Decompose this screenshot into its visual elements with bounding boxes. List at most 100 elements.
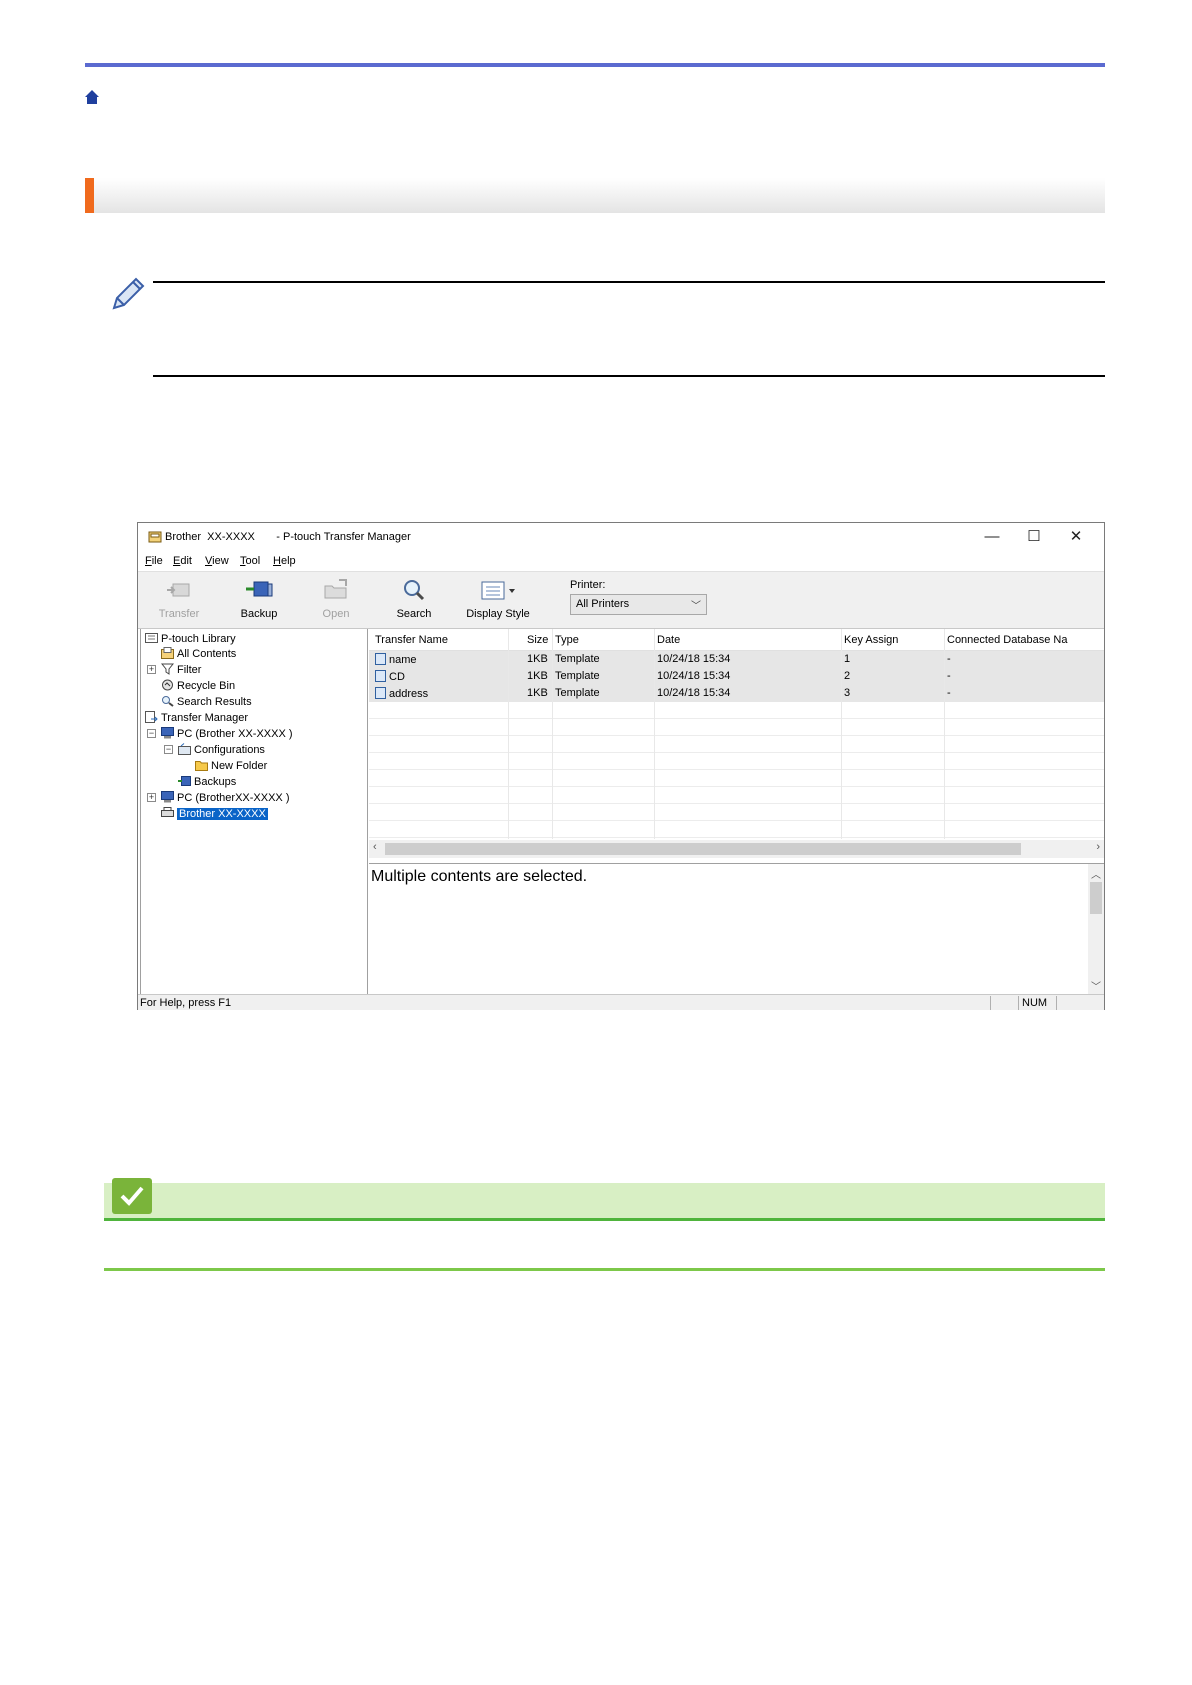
menu-tool[interactable]: Tool <box>240 555 260 567</box>
status-divider <box>1018 996 1019 1010</box>
transfer-icon <box>165 578 193 602</box>
empty-row <box>369 753 1104 770</box>
chevron-down-icon: ﹀ <box>691 601 701 612</box>
computer-icon <box>161 791 174 803</box>
empty-row <box>369 736 1104 753</box>
tree-item-ptouch-library[interactable]: P-touch Library <box>145 632 236 645</box>
tree-item-new-folder[interactable]: New Folder <box>195 759 267 772</box>
empty-row <box>369 821 1104 838</box>
tree-item-filter[interactable]: Filter <box>160 663 201 676</box>
column-divider[interactable] <box>944 629 945 839</box>
row-db-cell: - <box>947 670 951 682</box>
tree-item-pc2[interactable]: PC (BrotherXX-XXXX ) <box>161 791 289 804</box>
column-divider[interactable] <box>552 629 553 839</box>
horizontal-scrollbar[interactable]: ‹ › <box>369 840 1104 858</box>
tree-item-configurations[interactable]: Configurations <box>178 743 265 756</box>
empty-row <box>369 702 1104 719</box>
column-divider[interactable] <box>841 629 842 839</box>
table-row[interactable]: name 1KB Template 10/24/18 15:34 1 - <box>369 651 1104 668</box>
open-button[interactable]: Open <box>301 576 371 626</box>
column-divider[interactable] <box>508 629 509 839</box>
column-header-connected-database[interactable]: Connected Database Na <box>947 634 1067 646</box>
filter-icon <box>160 663 175 675</box>
title-bar[interactable]: Brother XX-XXXX - P-touch Transfer Manag… <box>138 523 1104 551</box>
row-type-cell: Template <box>555 687 600 699</box>
tree-item-backups[interactable]: Backups <box>178 775 236 788</box>
display-style-button[interactable]: Display Style <box>456 576 540 626</box>
status-divider <box>990 996 991 1010</box>
menu-view[interactable]: View <box>205 555 229 567</box>
close-button[interactable]: ✕ <box>1056 526 1096 548</box>
note-bottom-rule <box>153 375 1105 377</box>
column-divider[interactable] <box>654 629 655 839</box>
empty-row <box>369 770 1104 787</box>
template-file-icon <box>375 670 386 682</box>
horizontal-scroll-thumb[interactable] <box>385 843 1021 855</box>
row-key-cell: 3 <box>844 687 851 699</box>
printer-label: Printer: <box>570 579 606 591</box>
row-type-cell: Template <box>555 653 600 665</box>
scroll-up-icon[interactable]: ︿ <box>1091 866 1101 881</box>
column-header-type[interactable]: Type <box>555 634 579 646</box>
empty-row <box>369 804 1104 821</box>
scroll-right-icon[interactable]: › <box>1096 841 1100 853</box>
tree-item-recycle-bin[interactable]: Recycle Bin <box>161 679 235 692</box>
top-rule <box>85 63 1105 67</box>
scroll-down-icon[interactable]: ﹀ <box>1091 978 1101 993</box>
row-date-cell: 10/24/18 15:34 <box>657 670 731 682</box>
collapse-pc1-toggle[interactable]: − <box>147 729 156 738</box>
maximize-button[interactable]: ☐ <box>1014 526 1054 548</box>
tree-item-printer[interactable]: Brother XX-XXXX <box>161 807 268 820</box>
table-row[interactable]: CD 1KB Template 10/24/18 15:34 2 - <box>369 668 1104 685</box>
vertical-scrollbar[interactable]: ︿ ﹀ <box>1088 864 1104 995</box>
section-heading-bar <box>85 178 1105 213</box>
menu-help[interactable]: Help <box>273 555 296 567</box>
table-row[interactable]: address 1KB Template 10/24/18 15:34 3 - <box>369 685 1104 702</box>
row-name-cell: address <box>375 687 428 700</box>
tree-item-search-results[interactable]: Search Results <box>161 695 252 708</box>
printer-select[interactable]: All Printers ﹀ <box>570 594 707 615</box>
section-accent <box>85 178 94 213</box>
row-db-cell: - <box>947 687 951 699</box>
expand-pc2-toggle[interactable]: + <box>147 793 156 802</box>
tree-item-all-contents[interactable]: All Contents <box>161 647 236 660</box>
configurations-folder-icon <box>178 743 191 755</box>
collapse-configurations-toggle[interactable]: − <box>164 745 173 754</box>
search-icon <box>400 578 428 602</box>
window-title: Brother XX-XXXX - P-touch Transfer Manag… <box>165 531 411 543</box>
empty-row <box>369 719 1104 736</box>
menu-edit[interactable]: Edit <box>173 555 192 567</box>
printer-icon <box>161 807 174 819</box>
row-size-cell: 1KB <box>527 670 548 682</box>
transfer-manager-icon <box>145 711 158 723</box>
menu-file[interactable]: File <box>145 555 163 567</box>
menu-bar: File Edit View Tool Help <box>138 551 1104 571</box>
tree-item-pc1[interactable]: PC (Brother XX-XXXX ) <box>161 727 293 740</box>
row-name-cell: name <box>375 653 417 666</box>
detail-pane: Multiple contents are selected. ︿ ﹀ <box>369 863 1104 995</box>
open-folder-icon <box>322 578 350 602</box>
vertical-scroll-thumb[interactable] <box>1090 882 1102 914</box>
search-button[interactable]: Search <box>379 576 449 626</box>
column-header-transfer-name[interactable]: Transfer Name <box>375 634 448 646</box>
checkmark-icon <box>112 1178 152 1214</box>
expand-filter-toggle[interactable]: + <box>147 665 156 674</box>
display-style-icon <box>478 578 518 602</box>
pencil-icon <box>108 274 148 314</box>
backup-button[interactable]: Backup <box>224 576 294 626</box>
backups-icon <box>178 775 191 787</box>
column-header-date[interactable]: Date <box>657 634 680 646</box>
transfer-button[interactable]: Transfer <box>144 576 214 626</box>
column-header-key-assign[interactable]: Key Assign <box>844 634 898 646</box>
note-top-rule <box>153 281 1105 283</box>
related-top-rule <box>104 1218 1105 1221</box>
column-header-size[interactable]: Size <box>527 634 548 646</box>
home-icon[interactable] <box>83 88 101 106</box>
row-key-cell: 1 <box>844 653 851 665</box>
tree-item-transfer-manager[interactable]: Transfer Manager <box>145 711 248 724</box>
scroll-left-icon[interactable]: ‹ <box>373 841 377 853</box>
all-contents-icon <box>161 647 174 659</box>
row-db-cell: - <box>947 653 951 665</box>
minimize-button[interactable]: — <box>972 526 1012 548</box>
row-type-cell: Template <box>555 670 600 682</box>
